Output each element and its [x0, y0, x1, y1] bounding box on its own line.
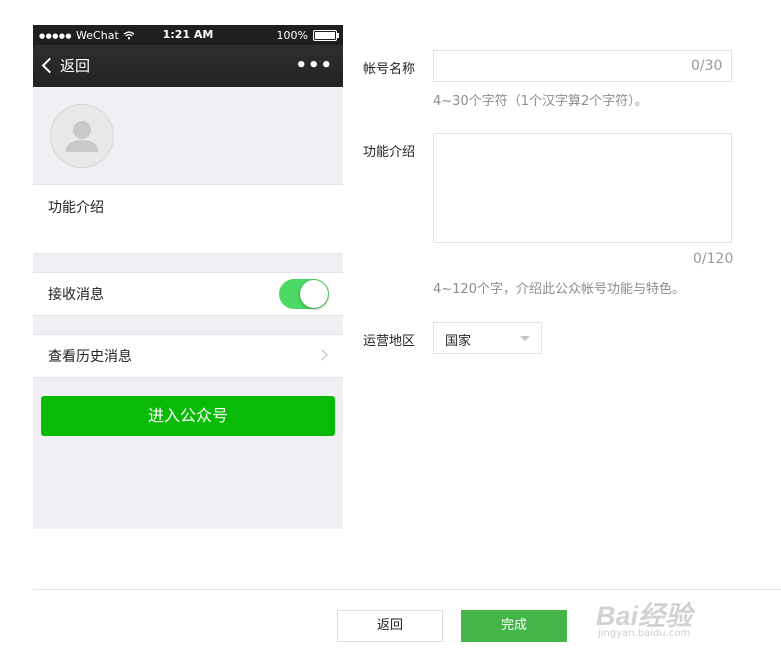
chevron-right-icon — [316, 349, 328, 361]
status-right: 100% — [276, 29, 339, 42]
phone-preview: ●●●●● WeChat 1:21 AM 100% 返回 ••• 功能介绍 接收… — [33, 25, 343, 529]
nav-back-label: 返回 — [60, 57, 91, 75]
caret-down-icon — [520, 336, 530, 341]
watermark-brand: Bai经验 — [596, 601, 693, 631]
account-name-input[interactable] — [433, 50, 732, 82]
avatar-section — [33, 87, 343, 184]
more-icon[interactable]: ••• — [295, 55, 333, 76]
account-name-hint: 4~30个字符（1个汉字算2个字符）。 — [433, 94, 648, 109]
status-bar: ●●●●● WeChat 1:21 AM 100% — [33, 25, 343, 45]
watermark-url: jingyan.baidu.com — [598, 628, 691, 639]
receive-toggle[interactable] — [279, 279, 329, 309]
toggle-knob — [300, 280, 328, 308]
receive-label: 接收消息 — [48, 287, 104, 303]
account-name-counter: 0/30 — [691, 58, 723, 74]
region-selected-value: 国家 — [445, 334, 472, 349]
footer-divider — [33, 589, 781, 590]
baidu-watermark: Bai经验 jingyan.baidu.com — [596, 594, 693, 639]
chevron-left-icon — [41, 57, 58, 74]
intro-hint: 4~120个字，介绍此公众帐号功能与特色。 — [433, 282, 685, 297]
intro-label: 功能介绍 — [48, 200, 104, 216]
enter-account-button[interactable]: 进入公众号 — [41, 396, 335, 436]
done-button[interactable]: 完成 — [461, 610, 567, 642]
user-icon — [66, 121, 98, 152]
intro-textarea[interactable] — [433, 133, 732, 243]
battery-icon — [313, 30, 339, 41]
nav-back-button[interactable]: 返回 — [41, 55, 90, 76]
avatar — [50, 104, 114, 168]
nav-bar: 返回 ••• — [33, 45, 343, 87]
back-button[interactable]: 返回 — [337, 610, 443, 642]
history-messages-cell[interactable]: 查看历史消息 — [33, 334, 343, 378]
history-label: 查看历史消息 — [48, 349, 132, 365]
region-select[interactable]: 国家 — [433, 322, 542, 354]
intro-cell: 功能介绍 — [33, 184, 343, 254]
account-name-label: 帐号名称 — [363, 62, 416, 77]
region-label: 运营地区 — [363, 334, 416, 349]
intro-counter: 0/120 — [693, 251, 734, 267]
receive-messages-cell: 接收消息 — [33, 272, 343, 316]
battery-percent: 100% — [276, 29, 308, 42]
intro-field-label: 功能介绍 — [363, 145, 416, 160]
